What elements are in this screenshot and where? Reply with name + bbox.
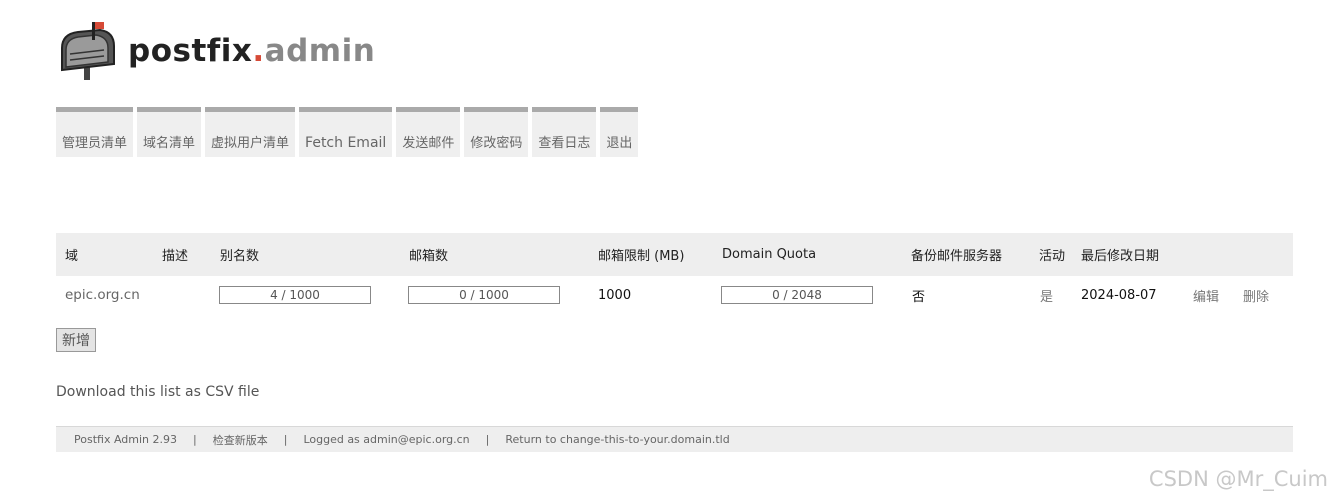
last-modified-value: 2024-08-07: [1081, 287, 1157, 303]
footer-check-update-link[interactable]: 检查新版本: [213, 432, 268, 448]
domain-description: [162, 276, 212, 314]
add-domain-button[interactable]: 新增: [56, 328, 96, 352]
menu-virtual-list[interactable]: 虚拟用户清单: [205, 107, 296, 157]
domain-link[interactable]: epic.org.cn: [65, 287, 140, 303]
footer: Postfix Admin 2.93 | 检查新版本 | Logged as a…: [56, 426, 1293, 452]
mailbox-limit-value: 1000: [598, 287, 632, 303]
table-header-row: 域 描述 别名数 邮箱数 邮箱限制 (MB) Domain Quota 备份邮件…: [56, 233, 1293, 276]
col-header-last-modified: 最后修改日期: [1081, 249, 1160, 264]
col-header-delete: [1243, 233, 1293, 276]
logo-text: postfix.admin: [128, 32, 376, 69]
col-header-active: 活动: [1039, 249, 1066, 264]
col-header-mailbox-limit: 邮箱限制 (MB): [598, 249, 685, 264]
col-header-domain: 域: [65, 249, 79, 264]
mailboxes-usage-bar[interactable]: 0 / 1000: [408, 286, 560, 304]
delete-link[interactable]: 删除: [1243, 290, 1269, 305]
logo[interactable]: postfix.admin: [56, 20, 375, 82]
footer-separator: |: [485, 433, 490, 446]
domain-table: 域 描述 别名数 邮箱数 邮箱限制 (MB) Domain Quota 备份邮件…: [56, 233, 1293, 314]
active-toggle-link[interactable]: 是: [1040, 290, 1053, 305]
table-row: epic.org.cn 4 / 1000 0 / 1000 1000 0 / 2…: [56, 276, 1293, 314]
col-header-backup-mx: 备份邮件服务器: [911, 249, 1003, 264]
footer-separator: |: [283, 433, 288, 446]
main-menu: 管理员清单 域名清单 虚拟用户清单 Fetch Email 发送邮件 修改密码 …: [56, 107, 642, 157]
col-header-description: 描述: [162, 249, 189, 264]
footer-logged-as: Logged as admin@epic.org.cn: [303, 433, 470, 446]
aliases-usage-bar[interactable]: 4 / 1000: [219, 286, 371, 304]
menu-change-password[interactable]: 修改密码: [464, 107, 529, 157]
menu-domain-list[interactable]: 域名清单: [137, 107, 202, 157]
download-csv-link[interactable]: Download this list as CSV file: [56, 384, 259, 400]
menu-view-log[interactable]: 查看日志: [532, 107, 597, 157]
watermark: CSDN @Mr_Cuim: [1148, 467, 1328, 491]
col-header-aliases: 别名数: [220, 249, 260, 264]
col-header-mailboxes: 邮箱数: [409, 249, 449, 264]
menu-fetch-email[interactable]: Fetch Email: [299, 107, 393, 157]
backup-mx-value: 否: [912, 289, 926, 305]
footer-version-link[interactable]: Postfix Admin 2.93: [74, 433, 177, 446]
mailbox-icon: [56, 20, 122, 82]
menu-logout[interactable]: 退出: [600, 107, 639, 157]
menu-send-mail[interactable]: 发送邮件: [396, 107, 461, 157]
footer-return-link[interactable]: Return to change-this-to-your.domain.tld: [505, 433, 729, 446]
col-header-edit: [1193, 233, 1243, 276]
col-header-domain-quota: Domain Quota: [722, 247, 817, 262]
edit-link[interactable]: 编辑: [1193, 290, 1219, 305]
menu-admin-list[interactable]: 管理员清单: [56, 107, 134, 157]
domain-quota-bar: 0 / 2048: [721, 286, 873, 304]
footer-separator: |: [193, 433, 197, 446]
